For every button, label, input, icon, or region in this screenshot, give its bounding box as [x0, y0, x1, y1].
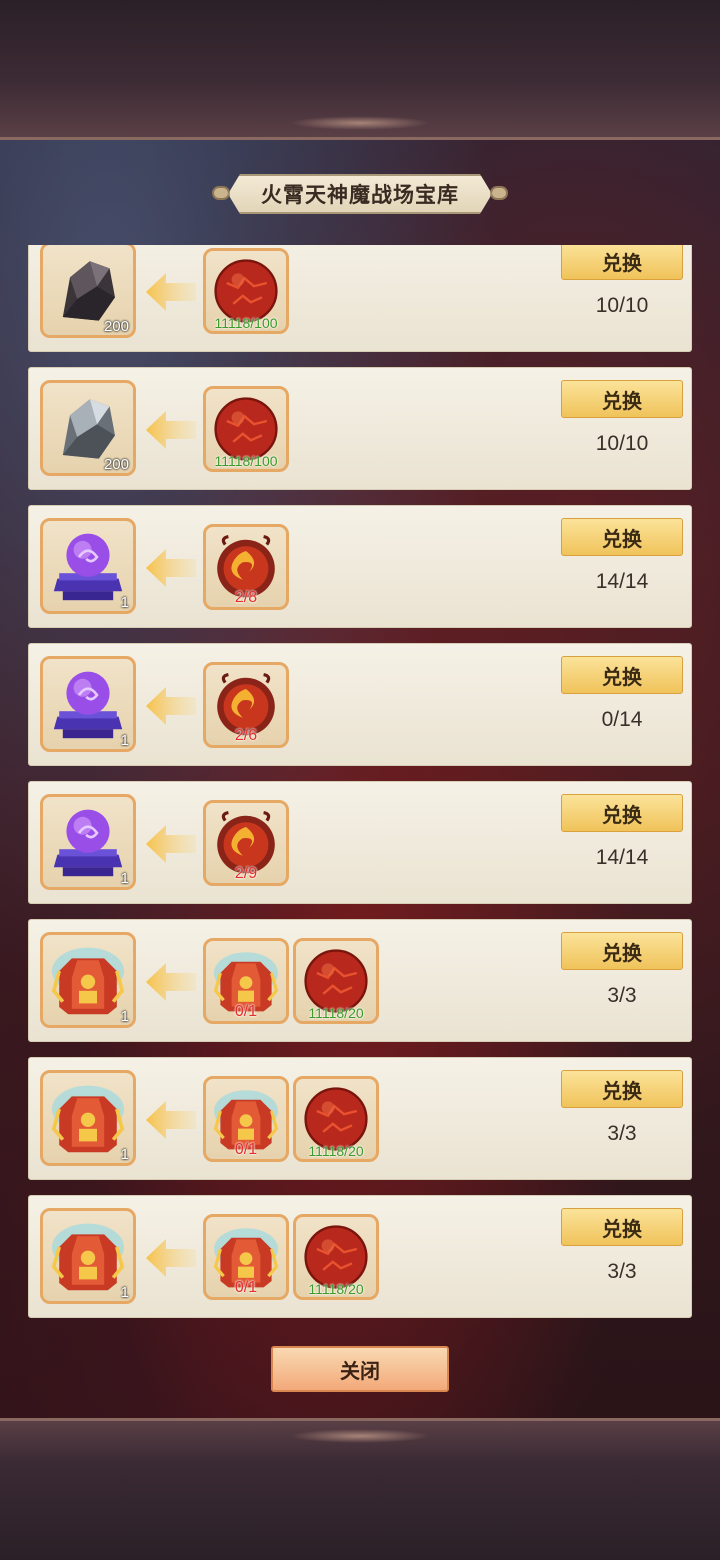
- exchange-row: 1 0/1 11118/20 兑换 3/3: [28, 919, 692, 1042]
- title-right-cap: [490, 186, 508, 200]
- arrow-left-icon: [146, 963, 196, 1001]
- armor-icon: [43, 935, 133, 1025]
- cost-requirement: 2/6: [234, 727, 258, 744]
- reward-item-slot[interactable]: 200: [40, 245, 136, 338]
- exchange-button[interactable]: 兑换: [561, 932, 683, 970]
- title-left-cap: [212, 186, 230, 200]
- purple-orb-icon: [43, 659, 133, 749]
- exchange-limit: 10/10: [595, 432, 649, 455]
- cost-item-slot[interactable]: 11118/20: [293, 938, 379, 1024]
- reward-count: 1: [120, 732, 129, 749]
- exchange-limit: 10/10: [595, 294, 649, 317]
- arrow-left-icon: [146, 273, 196, 311]
- reward-item-slot[interactable]: 1: [40, 656, 136, 752]
- exchange-button[interactable]: 兑换: [561, 518, 683, 556]
- armor-icon: [43, 1211, 133, 1301]
- reward-item-slot[interactable]: 1: [40, 932, 136, 1028]
- exchange-button[interactable]: 兑换: [561, 794, 683, 832]
- purple-orb-icon: [43, 521, 133, 611]
- exchange-button[interactable]: 兑换: [561, 656, 683, 694]
- cost-item-slot[interactable]: 2/9: [203, 800, 289, 886]
- exchange-button[interactable]: 兑换: [561, 1070, 683, 1108]
- exchange-button[interactable]: 兑换: [561, 1208, 683, 1246]
- cost-requirement: 11118/20: [308, 1143, 364, 1159]
- arrow-left-icon: [146, 549, 196, 587]
- reward-count: 1: [120, 1146, 129, 1163]
- bottom-bar: [0, 1418, 720, 1560]
- exchange-limit: 3/3: [607, 984, 637, 1007]
- exchange-row: 200 11118/100 兑换 10/10: [28, 367, 692, 490]
- cost-item-slot[interactable]: 0/1: [203, 1214, 289, 1300]
- reward-item-slot[interactable]: 200: [40, 380, 136, 476]
- exchange-limit: 3/3: [607, 1260, 637, 1283]
- reward-count: 200: [103, 456, 129, 473]
- arrow-left-icon: [146, 411, 196, 449]
- cost-requirement: 11118/100: [214, 315, 278, 331]
- cost-requirement: 11118/20: [308, 1005, 364, 1021]
- close-button[interactable]: 关闭: [271, 1346, 449, 1392]
- exchange-limit: 0/14: [601, 708, 643, 731]
- cost-item-slot[interactable]: 2/8: [203, 524, 289, 610]
- reward-count: 1: [120, 1008, 129, 1025]
- top-ornament: [290, 116, 430, 130]
- exchange-limit: 3/3: [607, 1122, 637, 1145]
- cost-item-slot[interactable]: 0/1: [203, 1076, 289, 1162]
- exchange-row: 1 0/1 11118/20 兑换 3/3: [28, 1195, 692, 1318]
- cost-requirement: 2/8: [234, 589, 258, 606]
- cost-requirement: 0/1: [234, 1279, 258, 1296]
- exchange-row: 200 11118/100 兑换 10/10: [28, 245, 692, 352]
- page-title: 火霄天神魔战场宝库: [228, 174, 492, 214]
- arrow-left-icon: [146, 1101, 196, 1139]
- cost-item-slot[interactable]: 11118/20: [293, 1214, 379, 1300]
- cost-requirement: 2/9: [234, 865, 258, 882]
- exchange-limit: 14/14: [595, 846, 649, 869]
- arrow-left-icon: [146, 1239, 196, 1277]
- exchange-row: 1 0/1 11118/20 兑换 3/3: [28, 1057, 692, 1180]
- exchange-button[interactable]: 兑换: [561, 245, 683, 280]
- cost-item-slot[interactable]: 0/1: [203, 938, 289, 1024]
- reward-item-slot[interactable]: 1: [40, 518, 136, 614]
- cost-item-slot[interactable]: 11118/100: [203, 248, 289, 334]
- cost-requirement: 11118/20: [308, 1281, 364, 1297]
- cost-requirement: 11118/100: [214, 453, 278, 469]
- exchange-button[interactable]: 兑换: [561, 380, 683, 418]
- arrow-left-icon: [146, 687, 196, 725]
- cost-item-slot[interactable]: 11118/20: [293, 1076, 379, 1162]
- cost-requirement: 0/1: [234, 1003, 258, 1020]
- reward-item-slot[interactable]: 1: [40, 1070, 136, 1166]
- cost-item-slot[interactable]: 2/6: [203, 662, 289, 748]
- purple-orb-icon: [43, 797, 133, 887]
- exchange-list[interactable]: 200 11118/100 兑换 10/10 200 11118/100 兑换 10/10 1 2…: [28, 245, 692, 1319]
- armor-icon: [43, 1073, 133, 1163]
- arrow-left-icon: [146, 825, 196, 863]
- bottom-ornament: [290, 1429, 430, 1443]
- reward-item-slot[interactable]: 1: [40, 1208, 136, 1304]
- exchange-row: 1 2/6 兑换 0/14: [28, 643, 692, 766]
- reward-count: 1: [120, 870, 129, 887]
- exchange-row: 1 2/9 兑换 14/14: [28, 781, 692, 904]
- reward-count: 1: [120, 1284, 129, 1301]
- exchange-row: 1 2/8 兑换 14/14: [28, 505, 692, 628]
- top-bar: [0, 0, 720, 140]
- exchange-limit: 14/14: [595, 570, 649, 593]
- reward-count: 1: [120, 594, 129, 611]
- cost-item-slot[interactable]: 11118/100: [203, 386, 289, 472]
- reward-item-slot[interactable]: 1: [40, 794, 136, 890]
- reward-count: 200: [103, 318, 129, 335]
- cost-requirement: 0/1: [234, 1141, 258, 1158]
